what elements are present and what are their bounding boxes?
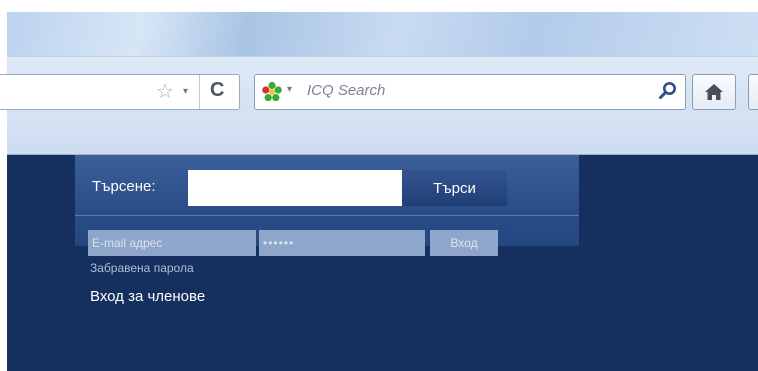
reload-icon: C [210, 79, 225, 101]
members-login-title: Вход за членове [90, 288, 206, 305]
home-icon [705, 84, 723, 100]
email-field[interactable] [88, 230, 256, 256]
chevron-down-icon[interactable]: ▾ [183, 84, 188, 100]
divider [75, 215, 579, 216]
home-button[interactable] [692, 74, 736, 110]
search-input[interactable] [188, 170, 402, 206]
star-icon[interactable]: ☆ [156, 82, 174, 102]
magnifier-icon[interactable] [657, 80, 679, 102]
bookmarks-toolbar [7, 112, 758, 155]
search-bar[interactable]: ▾ ICQ Search [254, 74, 686, 110]
chevron-down-icon[interactable]: ▾ [287, 84, 292, 95]
search-button[interactable]: Търси [402, 170, 507, 206]
reload-button[interactable]: C [199, 75, 237, 109]
search-placeholder[interactable]: ICQ Search [307, 82, 385, 99]
window-titlebar [7, 12, 758, 56]
password-field[interactable] [259, 230, 425, 256]
search-label: Търсене: [92, 178, 156, 195]
toolbar-button[interactable] [748, 74, 758, 110]
icq-flower-icon[interactable] [261, 81, 283, 103]
login-button[interactable]: Вход [430, 230, 498, 256]
forgot-password-link[interactable]: Забравена парола [90, 261, 194, 275]
